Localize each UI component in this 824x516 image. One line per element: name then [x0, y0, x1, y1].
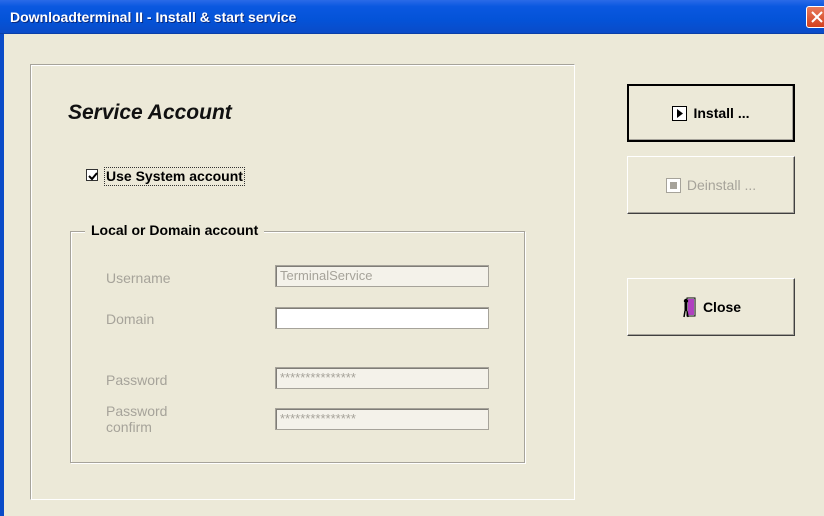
close-icon — [811, 11, 823, 23]
deinstall-button[interactable]: Deinstall ... — [627, 156, 795, 214]
dialog-window: Downloadterminal II - Install & start se… — [0, 0, 824, 516]
close-button-label: Close — [702, 299, 742, 315]
deinstall-button-label: Deinstall ... — [686, 177, 757, 193]
install-button-label: Install ... — [693, 105, 750, 121]
use-system-account-label[interactable]: Use System account — [104, 167, 245, 186]
window-left-border — [0, 34, 4, 516]
exit-door-icon — [681, 296, 697, 318]
install-button[interactable]: Install ... — [627, 84, 795, 142]
play-icon — [672, 105, 688, 121]
username-field[interactable]: TerminalService — [275, 265, 489, 287]
title-bar[interactable]: Downloadterminal II - Install & start se… — [0, 0, 824, 34]
checkmark-icon — [88, 172, 98, 181]
password-confirm-label-line2: confirm — [106, 419, 152, 435]
password-confirm-label: Password confirm — [106, 403, 167, 435]
groupbox-title: Local or Domain account — [85, 222, 265, 238]
stop-icon — [665, 177, 681, 193]
section-heading: Service Account — [68, 101, 232, 124]
window-close-button[interactable] — [806, 6, 824, 28]
close-button[interactable]: Close — [627, 278, 795, 336]
checkbox-box[interactable] — [86, 169, 98, 181]
password-confirm-field[interactable]: *************** — [275, 408, 489, 430]
domain-label: Domain — [106, 311, 155, 327]
password-field[interactable]: *************** — [275, 367, 489, 389]
username-label: Username — [106, 270, 171, 286]
window-title: Downloadterminal II - Install & start se… — [10, 9, 297, 25]
password-label: Password — [106, 372, 168, 388]
domain-field[interactable] — [275, 307, 489, 329]
password-confirm-label-line1: Password — [106, 403, 168, 419]
